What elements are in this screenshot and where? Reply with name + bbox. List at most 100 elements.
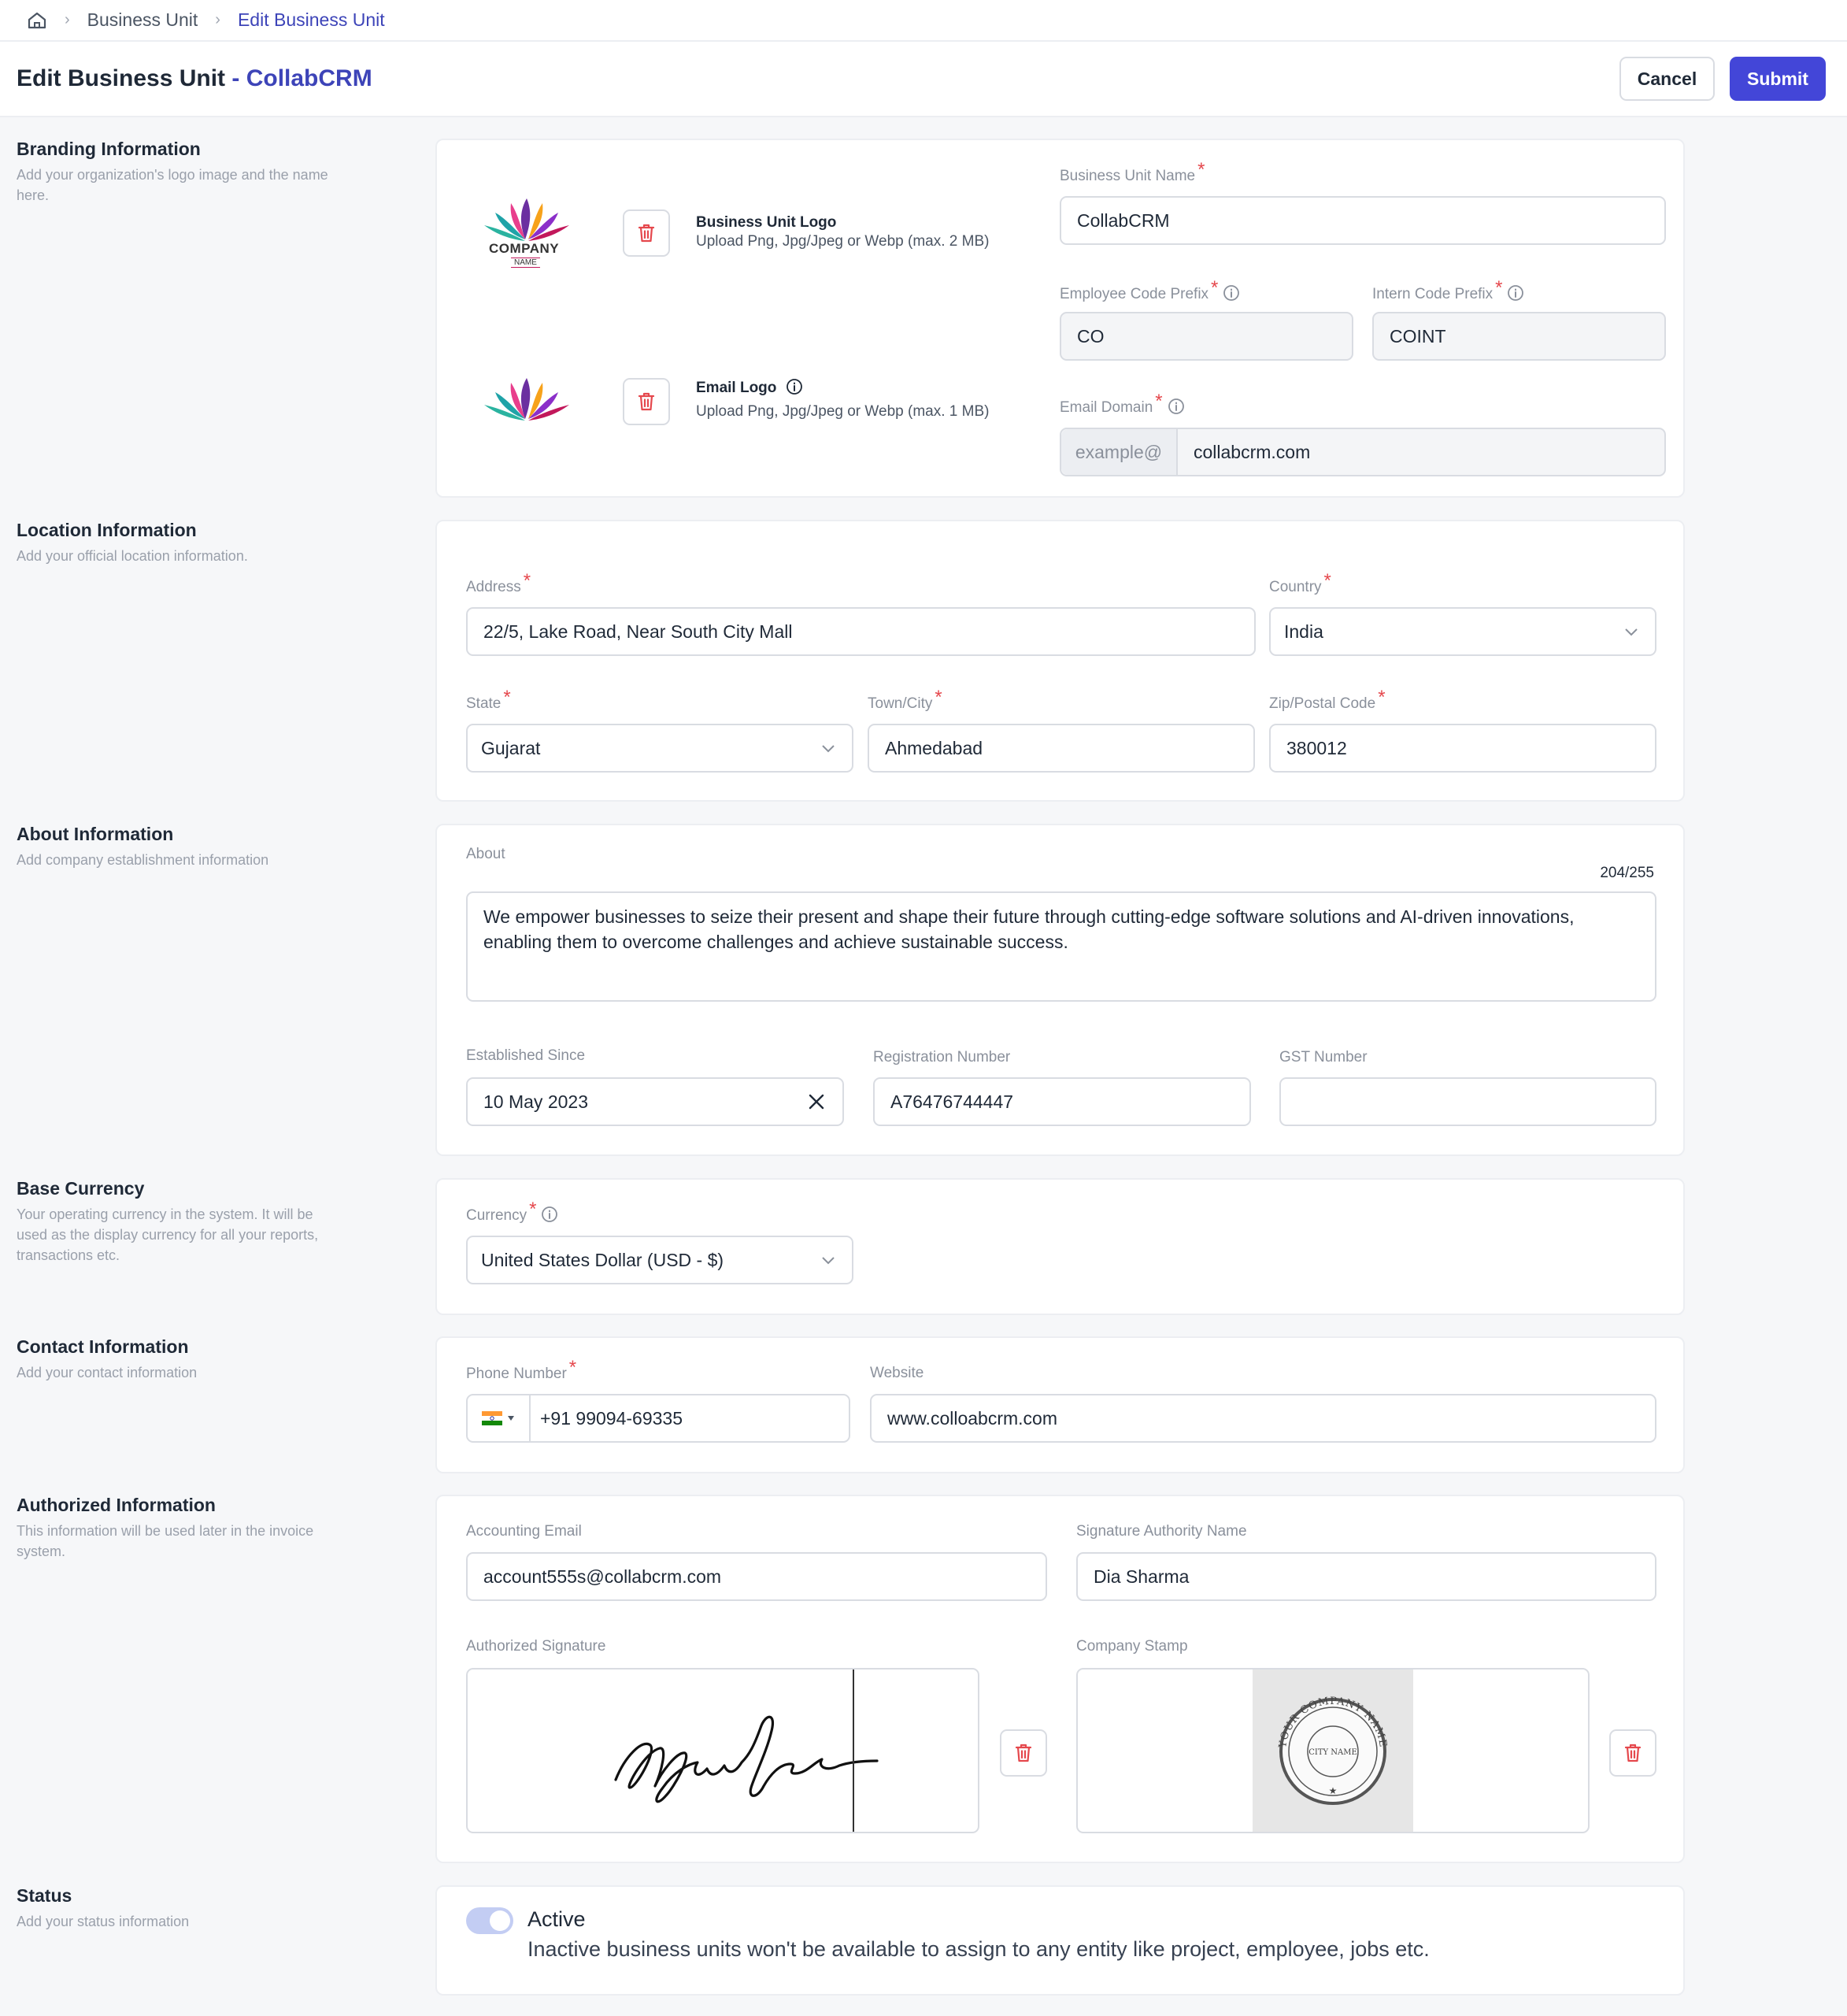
home-icon[interactable]	[27, 11, 47, 30]
gst-number-label: GST Number	[1279, 1049, 1368, 1065]
accounting-email-label: Accounting Email	[466, 1523, 582, 1540]
zip-input[interactable]: 380012	[1269, 724, 1656, 773]
trash-icon	[638, 392, 655, 411]
trash-icon	[1624, 1744, 1642, 1762]
email-domain-input-group: example@ collabcrm.com	[1060, 428, 1666, 476]
about-card: About 204/255 We empower businesses to s…	[435, 824, 1685, 1156]
location-card: Address * 22/5, Lake Road, Near South Cit…	[435, 520, 1685, 802]
page-title: Edit Business Unit - CollabCRM	[17, 65, 372, 91]
signature-authority-name-input[interactable]: Dia Sharma	[1076, 1552, 1656, 1601]
chevron-right-icon: ›	[215, 11, 220, 28]
intern-code-prefix-label: Intern Code Prefix *	[1372, 277, 1524, 304]
status-toggle[interactable]	[466, 1907, 513, 1934]
authorized-section-label: Authorized Information This information …	[17, 1495, 314, 1559]
contact-section-label: Contact Information Add your contact inf…	[17, 1336, 198, 1380]
trash-icon	[1015, 1744, 1032, 1762]
zip-label: Zip/Postal Code *	[1269, 687, 1386, 712]
established-since-input[interactable]: 10 May 2023	[466, 1077, 844, 1126]
business-unit-logo-title: Business Unit Logo	[696, 214, 837, 231]
address-input[interactable]: 22/5, Lake Road, Near South City Mall	[466, 607, 1256, 656]
delete-stamp-button[interactable]	[1609, 1729, 1656, 1777]
business-unit-name-input[interactable]: CollabCRM	[1060, 196, 1666, 245]
gst-number-input[interactable]	[1279, 1077, 1656, 1126]
employee-code-prefix-label: Employee Code Prefix *	[1060, 277, 1240, 304]
signature-image	[614, 1670, 879, 1832]
email-domain-input[interactable]: collabcrm.com	[1178, 442, 1310, 463]
breadcrumb-business-unit[interactable]: Business Unit	[87, 9, 198, 31]
india-flag-icon	[482, 1411, 502, 1425]
country-code-select[interactable]	[468, 1395, 531, 1441]
authorized-signature-label: Authorized Signature	[466, 1638, 606, 1655]
phone-number-input[interactable]: +91 99094-69335	[531, 1408, 683, 1429]
business-unit-logo-hint: Upload Png, Jpg/Jpeg or Webp (max. 2 MB)	[696, 233, 990, 250]
website-label: Website	[870, 1365, 924, 1381]
trash-icon	[638, 224, 655, 243]
country-label: Country *	[1269, 570, 1331, 595]
about-char-count: 204/255	[1600, 865, 1654, 881]
delete-signature-button[interactable]	[1000, 1729, 1047, 1777]
website-input[interactable]: www.colloabcrm.com	[870, 1394, 1656, 1443]
status-label: Active	[527, 1907, 586, 1931]
page-header: Edit Business Unit - CollabCRM Cancel Su…	[0, 42, 1847, 117]
phone-number-label: Phone Number *	[466, 1357, 577, 1382]
business-unit-name-title: - CollabCRM	[231, 65, 372, 91]
chevron-right-icon: ›	[65, 11, 70, 28]
clear-icon[interactable]	[808, 1093, 825, 1110]
chevron-down-icon	[1625, 628, 1638, 636]
currency-select[interactable]: United States Dollar (USD - $)	[466, 1236, 853, 1284]
company-stamp-label: Company Stamp	[1076, 1638, 1188, 1655]
email-logo-title: Email Logo	[696, 378, 803, 397]
caret-down-icon	[508, 1416, 514, 1421]
email-logo-hint: Upload Png, Jpg/Jpeg or Webp (max. 1 MB)	[696, 403, 990, 420]
country-select[interactable]: India	[1269, 607, 1656, 656]
currency-section-label: Base Currency Your operating currency in…	[17, 1178, 319, 1263]
authorized-card: Accounting Email account555s@collabcrm.c…	[435, 1495, 1685, 1863]
currency-card: Currency * United States Dollar (USD - $)	[435, 1178, 1685, 1315]
branding-section-label: Branding Information Add your organizati…	[17, 139, 328, 203]
city-input[interactable]: Ahmedabad	[868, 724, 1255, 773]
email-logo-image	[479, 373, 582, 428]
stamp-image: YOUR COMPANY NAME CITY NAME ★	[1253, 1670, 1413, 1832]
company-stamp-preview[interactable]: YOUR COMPANY NAME CITY NAME ★	[1076, 1668, 1590, 1833]
chevron-down-icon	[822, 1257, 835, 1265]
accounting-email-input[interactable]: account555s@collabcrm.com	[466, 1552, 1047, 1601]
delete-business-unit-logo-button[interactable]	[623, 209, 670, 257]
state-select[interactable]: Gujarat	[466, 724, 853, 773]
info-icon[interactable]	[1507, 284, 1524, 302]
about-textarea[interactable]: We empower businesses to seize their pre…	[466, 891, 1656, 1002]
business-unit-logo-image: COMPANY NAME	[479, 194, 582, 272]
info-icon[interactable]	[1168, 398, 1185, 415]
city-label: Town/City *	[868, 687, 942, 712]
cancel-button[interactable]: Cancel	[1619, 57, 1715, 101]
svg-text:CITY NAME: CITY NAME	[1308, 1748, 1357, 1757]
currency-label: Currency *	[466, 1199, 558, 1225]
authorized-signature-preview[interactable]	[466, 1668, 979, 1833]
delete-email-logo-button[interactable]	[623, 378, 670, 425]
info-icon[interactable]	[541, 1206, 558, 1223]
status-card: Active Inactive business units won't be …	[435, 1885, 1685, 1996]
established-since-label: Established Since	[466, 1047, 586, 1064]
location-section-label: Location Information Add your official l…	[17, 520, 248, 564]
contact-card: Phone Number * +91 99094-69335 Website ww…	[435, 1336, 1685, 1473]
address-label: Address *	[466, 570, 531, 595]
info-icon[interactable]	[786, 378, 803, 395]
breadcrumb-edit-business-unit: Edit Business Unit	[237, 9, 385, 30]
status-description: Inactive business units won't be availab…	[527, 1937, 1430, 1961]
breadcrumb: › Business Unit › Edit Business Unit	[0, 0, 1847, 42]
chevron-down-icon	[822, 745, 835, 753]
info-icon[interactable]	[1223, 284, 1240, 302]
phone-number-input-group: +91 99094-69335	[466, 1394, 850, 1443]
about-section-label: About Information Add company establishm…	[17, 824, 269, 868]
submit-button[interactable]: Submit	[1730, 57, 1826, 101]
email-domain-label: Email Domain *	[1060, 391, 1185, 417]
intern-code-prefix-input[interactable]: COINT	[1372, 312, 1666, 361]
state-label: State *	[466, 687, 511, 712]
svg-text:★: ★	[1329, 1785, 1338, 1796]
registration-number-label: Registration Number	[873, 1049, 1011, 1065]
employee-code-prefix-input[interactable]: CO	[1060, 312, 1353, 361]
registration-number-input[interactable]: A76476744447	[873, 1077, 1251, 1126]
signature-authority-name-label: Signature Authority Name	[1076, 1523, 1247, 1540]
business-unit-name-label: Business Unit Name *	[1060, 159, 1205, 184]
branding-card: COMPANY NAME Business Unit Logo Upload P…	[435, 139, 1685, 498]
toggle-knob	[490, 1910, 510, 1931]
